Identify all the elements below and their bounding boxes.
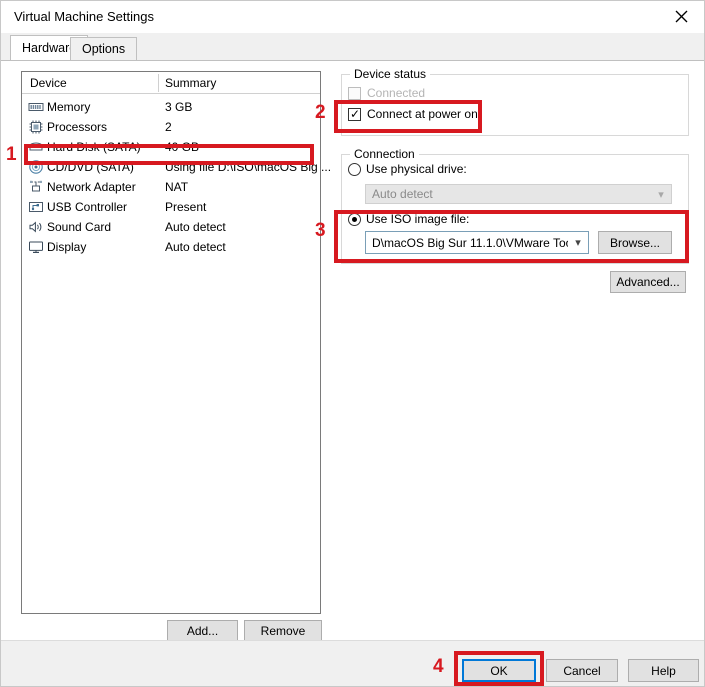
device-name: USB Controller [47,200,128,214]
connection-legend: Connection [350,147,419,161]
cancel-button[interactable]: Cancel [546,659,618,682]
device-summary: Using file D:\ISO\macOS Big ... [165,160,332,174]
device-status-group: Device status [341,67,689,136]
hard-disk-icon [28,139,44,155]
network-adapter-icon [28,179,44,195]
use-physical-drive-label: Use physical drive: [366,162,467,176]
device-name: CD/DVD (SATA) [47,160,134,174]
cd-dvd-icon [28,159,44,175]
processor-icon [28,119,44,135]
device-summary: 40 GB [165,140,200,154]
ok-button[interactable]: OK [462,659,536,682]
table-row[interactable]: Sound Card Auto detect [22,217,320,237]
device-list[interactable]: Device Summary Memory 3 GB Processors 2 … [21,71,331,614]
checkbox-box[interactable]: ✓ [348,106,361,121]
browse-button[interactable]: Browse... [598,231,672,254]
table-row-cd-dvd[interactable]: CD/DVD (SATA) Using file D:\ISO\macOS Bi… [22,157,331,177]
device-name: Display [47,240,87,254]
usb-controller-icon [28,199,44,215]
remove-button[interactable]: Remove [244,620,322,642]
device-name: Hard Disk (SATA) [47,140,141,154]
chevron-down-icon: ▾ [658,188,664,201]
virtual-machine-settings-dialog: Virtual Machine Settings Hardware Option… [0,0,705,687]
device-name: Sound Card [47,220,112,234]
tab-strip: Hardware Options [1,33,704,61]
use-physical-drive-radio[interactable]: Use physical drive: [348,162,467,176]
radio-circle[interactable] [348,162,361,176]
device-summary: 3 GB [165,100,193,114]
column-header-summary[interactable]: Summary [165,76,216,90]
device-name: Processors [47,120,108,134]
table-row[interactable]: Processors 2 [22,117,320,137]
iso-path-select[interactable]: D\macOS Big Sur 11.1.0\VMware Tools.iso … [365,231,589,254]
table-row[interactable]: Network Adapter NAT [22,177,320,197]
device-summary: 2 [165,120,172,134]
device-summary: Present [165,200,207,214]
close-icon[interactable] [659,1,704,32]
device-summary: NAT [165,180,189,194]
device-summary: Auto detect [165,220,226,234]
iso-path-value: D\macOS Big Sur 11.1.0\VMware Tools.iso [372,235,568,250]
window-title: Virtual Machine Settings [14,9,154,24]
display-icon [28,239,44,255]
use-iso-image-radio[interactable]: Use ISO image file: [348,212,469,226]
table-row[interactable]: Memory 3 GB [22,97,320,117]
help-button[interactable]: Help [628,659,699,682]
table-row[interactable]: Hard Disk (SATA) 40 GB [22,137,320,157]
column-divider [158,74,159,92]
connect-at-power-on-checkbox[interactable]: ✓ Connect at power on [348,107,478,121]
add-button[interactable]: Add... [167,620,238,642]
connect-at-power-on-label: Connect at power on [367,107,478,121]
device-name: Memory [47,100,91,114]
memory-icon [28,99,44,115]
device-list-header: Device Summary [22,72,320,94]
chevron-down-icon[interactable]: ▾ [568,236,588,249]
table-row[interactable]: Display Auto detect [22,237,320,257]
radio-circle[interactable] [348,212,361,226]
table-row[interactable]: USB Controller Present [22,197,320,217]
advanced-button[interactable]: Advanced... [610,271,686,293]
title-bar: Virtual Machine Settings [1,1,704,33]
use-iso-image-label: Use ISO image file: [366,212,470,226]
physical-drive-select: Auto detect ▾ [365,184,672,204]
device-summary: Auto detect [165,240,226,254]
check-icon: ✓ [350,106,361,121]
tab-options[interactable]: Options [70,37,138,61]
column-header-device[interactable]: Device [30,76,67,90]
sound-card-icon [28,219,44,235]
device-name: Network Adapter [47,180,136,194]
connected-checkbox: Connected [348,86,425,100]
checkbox-box [348,86,361,100]
device-status-legend: Device status [350,67,431,81]
physical-drive-value: Auto detect [372,187,433,201]
connected-label: Connected [367,86,426,100]
